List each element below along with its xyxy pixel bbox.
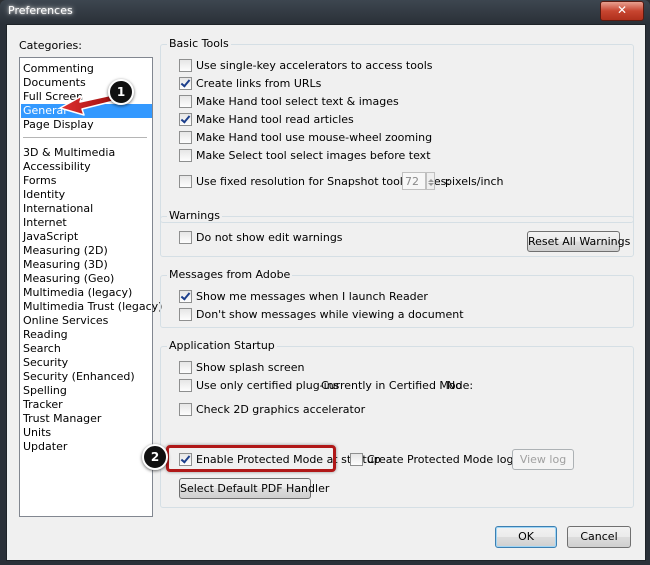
step-badge-1: 1 (108, 79, 134, 105)
annotation-overlay (59, 94, 115, 116)
preferences-window: Preferences ✕ Categories: Commenting Doc… (0, 0, 650, 565)
step-badge-2: 2 (142, 444, 168, 470)
arrow-annotation (59, 94, 115, 116)
